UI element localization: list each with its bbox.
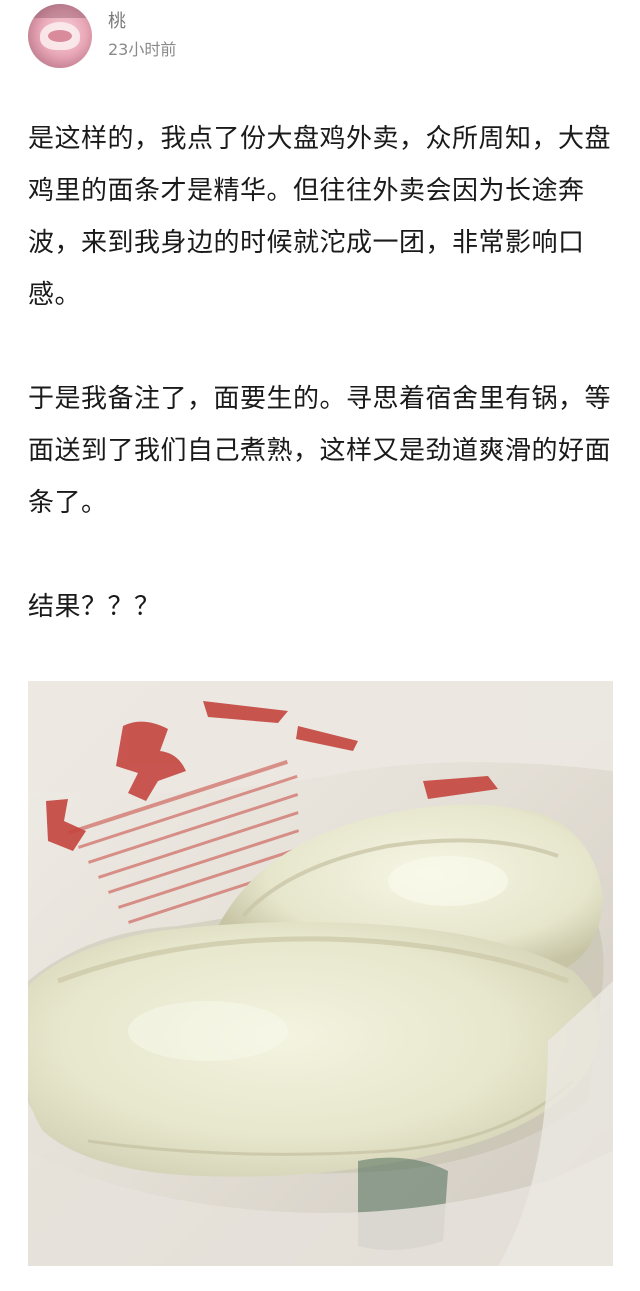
food-photo-icon: [28, 681, 613, 1266]
paragraph-1: 是这样的，我点了份大盘鸡外卖，众所周知，大盘鸡里的面条才是精华。但往往外卖会因为…: [28, 124, 612, 310]
post-header: 桃 23小时前: [28, 0, 176, 72]
paragraph-3: 结果？？？: [28, 592, 161, 622]
avatar[interactable]: [28, 4, 92, 68]
post-photo[interactable]: [28, 681, 613, 1266]
username[interactable]: 桃: [108, 10, 176, 34]
post-timestamp: 23小时前: [108, 40, 177, 59]
author-meta: 桃 23小时前: [108, 10, 176, 62]
paragraph-2: 于是我备注了，面要生的。寻思着宿舍里有锅，等面送到了我们自己煮熟，这样又是劲道爽…: [28, 384, 612, 518]
post-body: 是这样的，我点了份大盘鸡外卖，众所周知，大盘鸡里的面条才是精华。但往往外卖会因为…: [28, 113, 618, 633]
